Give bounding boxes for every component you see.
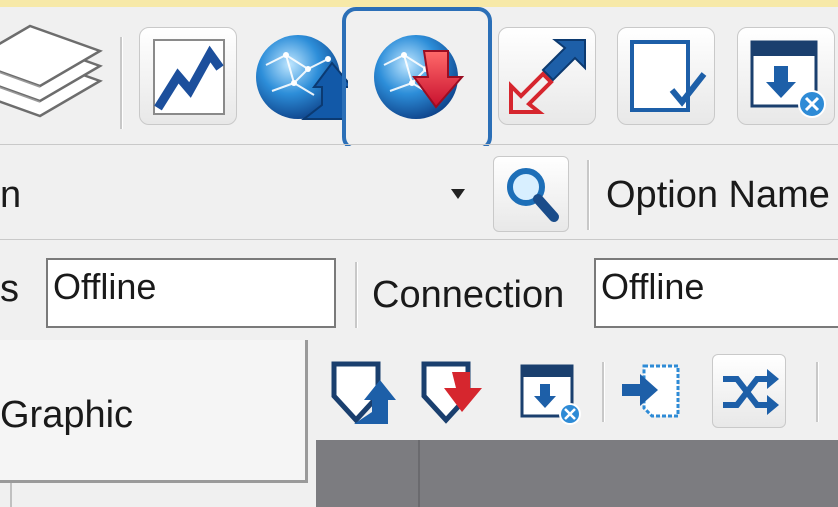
connection-field[interactable]: Offline [594,258,838,328]
selected-button-highlight [342,7,492,151]
row-separator [587,160,590,230]
toolbar-separator [120,37,123,129]
shield-upload-button[interactable] [326,354,400,428]
secondary-toolbar [316,340,838,440]
connection-label: Connection [372,274,565,316]
divider [0,144,838,145]
shuffle-button[interactable] [712,354,786,428]
panel-edge [10,483,12,507]
trend-chart-button[interactable] [139,27,237,125]
window-download-icon [750,40,826,118]
swap-arrows-button[interactable] [498,27,596,125]
shield-upload-icon [331,361,396,424]
globe-upload-icon [256,35,355,120]
graphic-tab[interactable]: Graphic [0,340,308,483]
option-name-label: Option Name [606,174,830,216]
search-row: n Option Name [0,146,838,239]
import-document-button[interactable] [616,354,690,428]
window-download-small-icon [520,364,581,425]
import-document-icon [622,364,680,418]
triangle-down-icon[interactable] [448,186,468,202]
shield-download-button[interactable] [416,354,490,428]
toolbar-separator [816,362,819,422]
shield-download-icon [421,361,482,424]
window-download-small-button[interactable] [512,354,586,428]
document-check-button[interactable] [617,27,715,125]
window-download-button[interactable] [737,27,835,125]
search-combo-text[interactable]: n [0,174,21,217]
trend-chart-icon [153,39,225,115]
shuffle-icon [723,369,779,415]
swap-arrows-icon [509,39,586,114]
graphic-tab-label: Graphic [0,394,134,436]
status-row: s Offline Connection Offline [0,240,838,340]
graphic-canvas[interactable] [316,440,838,507]
status-label: s [0,268,19,310]
magnifier-icon [507,168,559,222]
stack-icon[interactable] [0,21,112,121]
toolbar-separator [602,362,605,422]
search-button[interactable] [493,156,569,232]
status-field[interactable]: Offline [46,258,336,328]
row-separator [355,262,358,328]
top-accent-bar [0,0,838,7]
document-check-icon [630,40,707,112]
globe-upload-button[interactable] [252,25,355,125]
canvas-divider [418,440,420,507]
